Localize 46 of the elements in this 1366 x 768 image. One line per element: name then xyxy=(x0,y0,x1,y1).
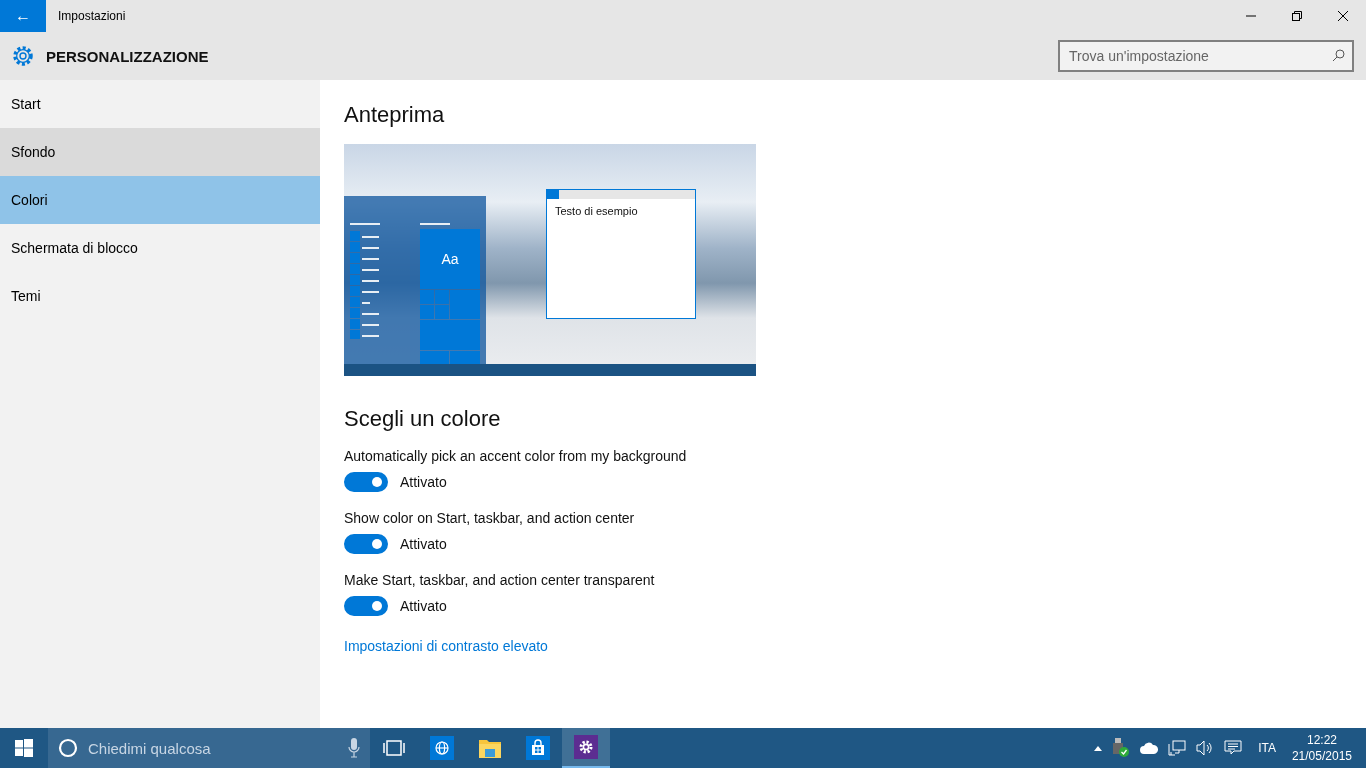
tile-line-drawing xyxy=(420,223,450,225)
clock[interactable]: 12:22 21/05/2015 xyxy=(1291,732,1352,764)
preview-heading: Anteprima xyxy=(344,102,446,128)
taskbar-app-button[interactable] xyxy=(562,728,610,768)
circle-icon xyxy=(58,738,78,758)
window-title: Impostazioni xyxy=(58,9,127,23)
contrast-link[interactable]: Impostazioni di contrasto elevato xyxy=(344,638,548,654)
caret-icon[interactable] xyxy=(1094,745,1103,751)
speaker-icon[interactable] xyxy=(1196,740,1215,756)
restore-icon xyxy=(1292,11,1302,21)
close-icon xyxy=(1338,11,1348,21)
color-heading: Scegli un colore xyxy=(344,406,502,432)
folder-icon xyxy=(478,737,502,759)
search-field[interactable]: Trova un'impostazione xyxy=(1058,40,1354,72)
sidebar-item[interactable]: Schermata di blocco xyxy=(0,224,320,272)
toggle-state: Attivato xyxy=(400,598,447,614)
toggle-switch[interactable] xyxy=(344,534,388,554)
task-view-icon xyxy=(383,740,405,756)
notification-icon[interactable] xyxy=(1224,740,1243,756)
settings-icon xyxy=(11,44,35,68)
setting-label: Automatically pick an accent color from my background xyxy=(344,448,688,464)
setting-label: Show color on Start, taskbar, and action center xyxy=(344,510,636,526)
toggle-state: Attivato xyxy=(400,536,447,552)
network-icon[interactable] xyxy=(1168,740,1187,756)
section-title: PERSONALIZZAZIONE xyxy=(46,47,210,65)
language-indicator[interactable]: ITA xyxy=(1258,741,1276,755)
sidebar-item[interactable]: Sfondo xyxy=(0,128,320,176)
preview-tile: Aa xyxy=(420,229,480,289)
cloud-icon[interactable] xyxy=(1140,742,1159,754)
toggle-state: Attivato xyxy=(400,474,447,490)
sidebar-item[interactable]: Temi xyxy=(0,272,320,320)
toggle-switch[interactable] xyxy=(344,472,388,492)
globe-icon xyxy=(430,736,454,760)
sidebar-item[interactable]: Colori xyxy=(0,176,320,224)
usb-drive-icon[interactable] xyxy=(1112,738,1131,758)
settings-icon xyxy=(574,735,598,759)
setting-label: Make Start, taskbar, and action center transparent xyxy=(344,572,656,588)
sample-text: Testo di esempio xyxy=(554,204,639,219)
toggle-switch[interactable] xyxy=(344,596,388,616)
back-button[interactable]: ← xyxy=(0,0,46,32)
windows-logo-icon xyxy=(15,739,33,757)
cortana-search-field[interactable]: Chiedimi qualcosa xyxy=(48,728,370,768)
search-icon[interactable] xyxy=(1332,49,1345,62)
sidebar-item[interactable]: Start xyxy=(0,80,320,128)
shopping-bag-icon xyxy=(526,736,550,760)
microphone-icon xyxy=(348,738,360,758)
